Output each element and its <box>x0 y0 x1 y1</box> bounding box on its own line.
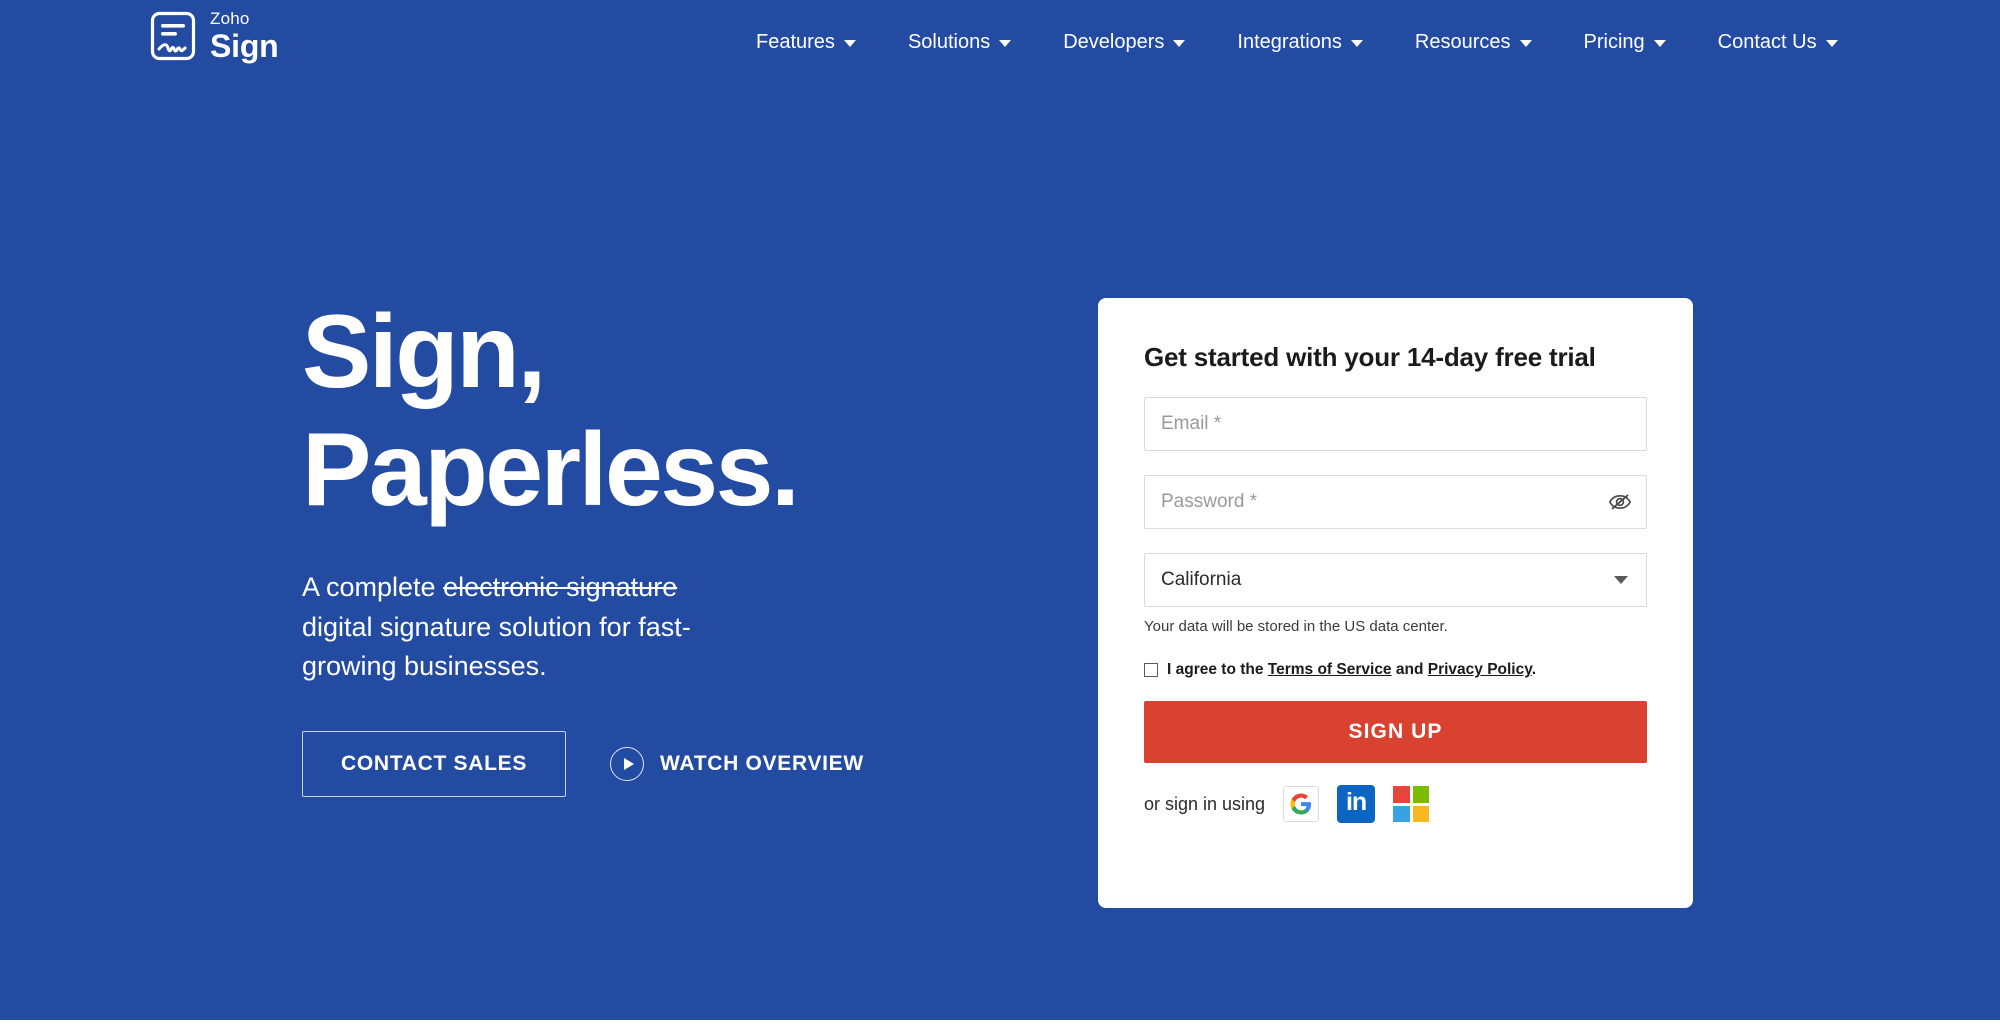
agree-prefix: I agree to the <box>1167 661 1268 678</box>
nav-label: Contact Us <box>1717 30 1817 53</box>
agree-conjunction: and <box>1391 661 1428 678</box>
social-signin-label: or sign in using <box>1144 793 1266 814</box>
email-input[interactable] <box>1161 413 1630 435</box>
ms-square-red <box>1393 786 1410 803</box>
sub-prefix: A complete <box>302 572 444 602</box>
nav-item-solutions[interactable]: Solutions <box>882 21 1037 64</box>
headline-line-1: Sign, <box>302 294 546 410</box>
nav-label: Solutions <box>907 30 991 53</box>
terms-agreement-text: I agree to the Terms of Service and Priv… <box>1167 661 1536 679</box>
email-field[interactable] <box>1144 397 1647 451</box>
privacy-policy-link[interactable]: Privacy Policy <box>1428 661 1532 678</box>
chevron-down-icon <box>1653 40 1666 47</box>
password-input[interactable] <box>1161 491 1630 513</box>
sub-rest: digital signature solution for fast-grow… <box>302 611 691 682</box>
password-field[interactable] <box>1144 475 1647 529</box>
nav-label: Developers <box>1063 30 1165 53</box>
agree-suffix: . <box>1531 661 1537 678</box>
watch-overview-label: WATCH OVERVIEW <box>660 752 864 776</box>
nav-label: Integrations <box>1237 30 1342 53</box>
google-signin-icon[interactable] <box>1283 786 1320 822</box>
linkedin-signin-icon[interactable]: in <box>1337 785 1376 823</box>
chevron-down-icon <box>1614 576 1628 584</box>
hero-cta-row: CONTACT SALES WATCH OVERVIEW <box>302 731 1062 798</box>
social-signin-row: or sign in using in <box>1144 785 1647 823</box>
chevron-down-icon <box>1519 40 1532 47</box>
zoho-sign-logo[interactable]: Zoho Sign <box>150 10 279 62</box>
hero-section: Sign, Paperless. A complete electronic s… <box>302 300 1062 798</box>
ms-square-green <box>1412 786 1430 803</box>
hero-subheadline: A complete electronic signature digital … <box>302 568 722 687</box>
datacenter-selected-value: California <box>1161 569 1242 590</box>
datacenter-note: Your data will be stored in the US data … <box>1144 618 1448 635</box>
terms-checkbox[interactable] <box>1144 663 1158 677</box>
nav-item-contact-us[interactable]: Contact Us <box>1692 21 1864 64</box>
chevron-down-icon <box>843 40 856 47</box>
nav-item-features[interactable]: Features <box>730 21 882 64</box>
chevron-down-icon <box>1173 40 1186 47</box>
chevron-down-icon <box>1350 40 1363 47</box>
microsoft-signin-icon[interactable] <box>1393 786 1430 822</box>
contact-sales-button[interactable]: CONTACT SALES <box>302 731 567 798</box>
logo-text-sign: Sign <box>210 28 279 64</box>
hero-headline: Sign, Paperless. <box>302 300 1062 522</box>
nav-label: Pricing <box>1583 30 1645 53</box>
headline-line-2: Paperless. <box>302 412 800 528</box>
ms-square-blue <box>1393 805 1410 822</box>
ms-square-yellow <box>1412 805 1430 822</box>
primary-nav: Features Solutions Developers Integratio… <box>730 0 1864 84</box>
signup-card: Get started with your 14-day free trial … <box>1098 298 1693 908</box>
sub-struck-text: electronic signature <box>443 572 678 602</box>
play-circle-icon <box>610 747 645 782</box>
nav-label: Resources <box>1414 30 1511 53</box>
chevron-down-icon <box>999 40 1012 47</box>
bottom-white-strip <box>0 1020 2000 1026</box>
nav-item-integrations[interactable]: Integrations <box>1211 21 1389 64</box>
nav-item-resources[interactable]: Resources <box>1389 21 1558 64</box>
terms-agreement-row: I agree to the Terms of Service and Priv… <box>1144 661 1647 679</box>
sign-up-button[interactable]: SIGN UP <box>1144 701 1647 763</box>
nav-item-pricing[interactable]: Pricing <box>1558 21 1692 64</box>
top-navigation-bar: Zoho Sign Features Solutions Developers … <box>0 0 2000 84</box>
nav-item-developers[interactable]: Developers <box>1037 21 1211 64</box>
datacenter-select[interactable]: California <box>1144 553 1647 607</box>
logo-text-zoho: Zoho <box>210 9 250 28</box>
terms-of-service-link[interactable]: Terms of Service <box>1268 661 1392 678</box>
nav-label: Features <box>756 30 835 53</box>
document-signature-icon <box>150 11 196 61</box>
eye-slash-icon[interactable] <box>1608 492 1632 512</box>
signup-card-title: Get started with your 14-day free trial <box>1144 342 1596 372</box>
watch-overview-button[interactable]: WATCH OVERVIEW <box>610 747 864 782</box>
chevron-down-icon <box>1825 40 1838 47</box>
